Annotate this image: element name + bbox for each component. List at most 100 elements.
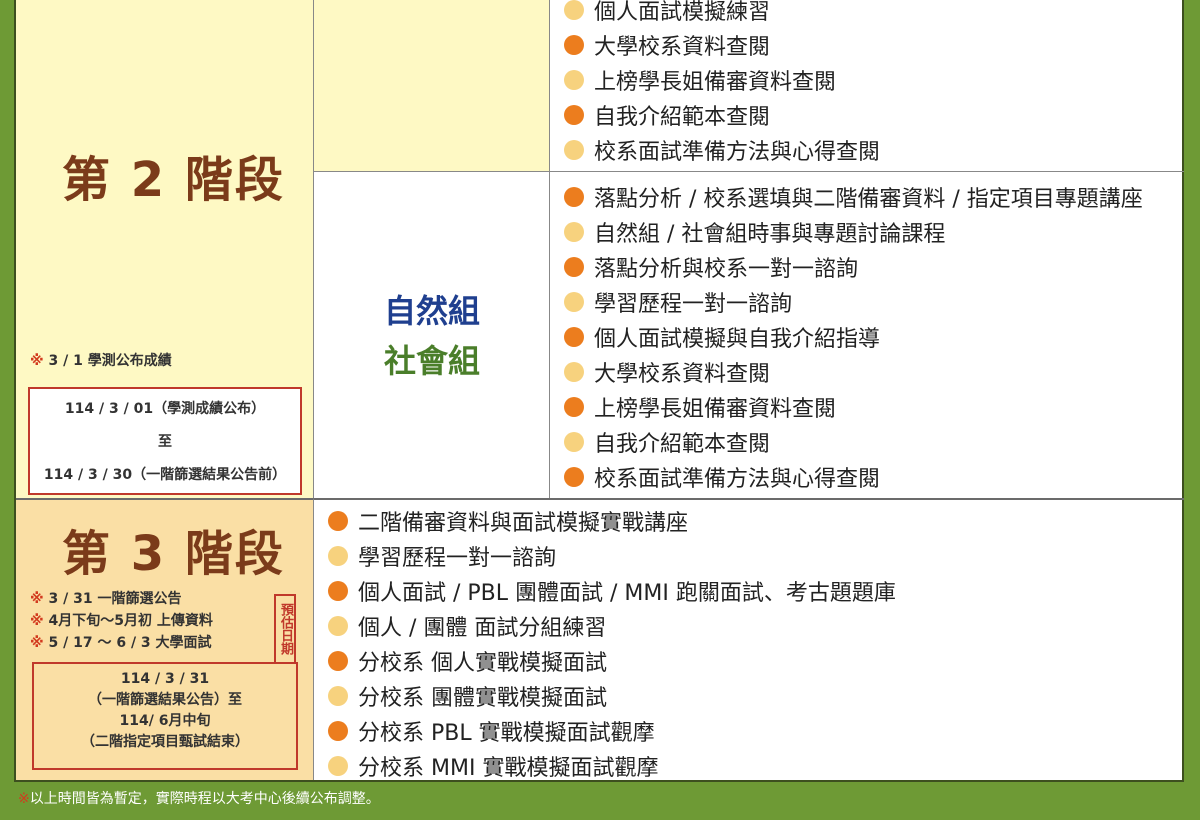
- bullet-dot-icon: [564, 361, 584, 382]
- course-item: 自我介紹範本查閱: [564, 424, 1143, 459]
- stage2-period-line3: 114 / 3 / 30（一階篩選結果公告前）: [43, 467, 287, 483]
- course-item: 上榜學長姐備審資料查閱: [564, 62, 880, 97]
- stage2-note: ※ 3 / 1 學測公布成績: [30, 350, 172, 370]
- footer-mark: ※: [18, 791, 30, 807]
- course-item-text: 自然組 / 社會組時事與專題討論課程: [594, 221, 946, 247]
- course-item-text: 學習歷程一對一諮詢: [358, 545, 557, 571]
- note-mark: ※: [30, 613, 44, 629]
- course-item-text: 分校系 PBL 實戰模擬面試觀摩: [358, 720, 655, 746]
- course-item-text: 自我介紹範本查閱: [594, 431, 771, 457]
- course-item-text: 上榜學長姐備審資料查閱: [594, 396, 837, 422]
- group-social-label: 社會組: [383, 342, 480, 380]
- course-item-text: 個人面試模擬練習: [594, 0, 771, 25]
- stage3-note: ※ 3 / 31 一階篩選公告: [30, 588, 213, 610]
- stage3-course-list: 二階備審資料與面試模擬實戰講座 學習歷程一對一諮詢個人面試 / PBL 團體面試 …: [328, 503, 896, 783]
- schedule-table: 第 2 階段 ※ 3 / 1 學測公布成績 114 / 3 / 01（學測成績公…: [14, 0, 1184, 782]
- course-item: 個人 / 團體 面試分組練習: [328, 608, 896, 643]
- stage2-group-cell: 自然組 社會組: [314, 172, 550, 498]
- course-item-text: 大學校系資料查閱: [594, 34, 771, 60]
- course-item: 二階備審資料與面試模擬實戰講座: [328, 503, 896, 538]
- bullet-dot-icon: [564, 466, 584, 487]
- course-item: 大學校系資料查閱: [564, 354, 1143, 389]
- bullet-dot-icon: [564, 186, 584, 207]
- stage2-period-line2: 至: [158, 434, 172, 450]
- bullet-dot-icon: [564, 69, 584, 90]
- stage3-period-line3: 114/ 6月中旬: [119, 713, 211, 729]
- bullet-dot-icon: [328, 720, 348, 741]
- course-item-text: 大學校系資料查閱: [594, 361, 771, 387]
- course-item: 分校系 個人實戰模擬面試: [328, 643, 896, 678]
- bullet-dot-icon: [328, 545, 348, 566]
- course-item-text: 分校系 MMI 實戰模擬面試觀摩: [358, 755, 659, 781]
- stage2-title: 第 2 階段: [62, 152, 285, 208]
- stage3-note-text: 4月下旬〜5月初 上傳資料: [43, 613, 213, 629]
- stage3-title: 第 3 階段: [62, 526, 285, 582]
- stage2-course-list-top: 個人面試模擬練習 大學校系資料查閱上榜學長姐備審資料查閱 自我介紹範本查閱校系面試準…: [564, 0, 880, 167]
- stage3-period-line4: （二階指定項目甄試結束）: [81, 734, 249, 750]
- bullet-dot-icon: [564, 139, 584, 160]
- course-item: 校系面試準備方法與心得查閱: [564, 459, 1143, 494]
- course-item: 分校系 PBL 實戰模擬面試觀摩: [328, 713, 896, 748]
- bullet-dot-icon: [328, 650, 348, 671]
- course-item: 大學校系資料查閱: [564, 27, 880, 62]
- stage3-note-text: 3 / 31 一階篩選公告: [43, 591, 182, 607]
- stage2-course-list-bottom-cell: 落點分析 / 校系選填與二階備審資料 / 指定項目專題講座 自然組 / 社會組時事…: [550, 172, 1184, 498]
- stage3-course-list-cell: 二階備審資料與面試模擬實戰講座 學習歷程一對一諮詢個人面試 / PBL 團體面試 …: [314, 498, 1184, 783]
- course-item: 個人面試模擬練習: [564, 0, 880, 27]
- stage2-note-text: 3 / 1 學測公布成績: [43, 353, 172, 369]
- course-item: 學習歷程一對一諮詢: [564, 284, 1143, 319]
- bullet-dot-icon: [564, 396, 584, 417]
- bullet-dot-icon: [328, 510, 348, 531]
- course-item: 個人面試 / PBL 團體面試 / MMI 跑關面試、考古題題庫: [328, 573, 896, 608]
- stage2-course-list-bottom: 落點分析 / 校系選填與二階備審資料 / 指定項目專題講座 自然組 / 社會組時事…: [564, 179, 1143, 494]
- course-item: 學習歷程一對一諮詢: [328, 538, 896, 573]
- stage3-period-line2: （一階篩選結果公告）至: [88, 692, 242, 708]
- course-item-text: 分校系 個人實戰模擬面試: [358, 650, 607, 676]
- stage3-note: ※ 4月下旬〜5月初 上傳資料: [30, 610, 213, 632]
- bullet-dot-icon: [328, 615, 348, 636]
- course-item: 自然組 / 社會組時事與專題討論課程: [564, 214, 1143, 249]
- course-item-text: 二階備審資料與面試模擬實戰講座: [358, 510, 689, 536]
- stage3-notes: ※ 3 / 31 一階篩選公告 ※ 4月下旬〜5月初 上傳資料 ※ 5 / 17 〜…: [30, 588, 213, 654]
- bullet-dot-icon: [328, 580, 348, 601]
- stage2-course-list-top-cell: 個人面試模擬練習 大學校系資料查閱上榜學長姐備審資料查閱 自我介紹範本查閱校系面試準…: [550, 0, 1184, 172]
- bullet-dot-icon: [564, 291, 584, 312]
- course-item-text: 學習歷程一對一諮詢: [594, 291, 793, 317]
- course-item: 分校系 團體實戰模擬面試: [328, 678, 896, 713]
- course-item: 校系面試準備方法與心得查閱: [564, 132, 880, 167]
- stage2-period-box: 114 / 3 / 01（學測成績公布） 至 114 / 3 / 30（一階篩選…: [28, 387, 302, 495]
- stage2-group-cell-top: [314, 0, 550, 172]
- course-item-text: 校系面試準備方法與心得查閱: [594, 466, 881, 492]
- stage3-period-box: 114 / 3 / 31 （一階篩選結果公告）至 114/ 6月中旬 （二階指定…: [32, 662, 298, 770]
- note-mark: ※: [30, 591, 44, 607]
- course-item-text: 落點分析 / 校系選填與二階備審資料 / 指定項目專題講座: [594, 186, 1143, 212]
- stage3-info-cell: 第 3 階段 ※ 3 / 31 一階篩選公告 ※ 4月下旬〜5月初 上傳資料 ※ 5…: [16, 498, 314, 780]
- course-item-text: 個人面試 / PBL 團體面試 / MMI 跑關面試、考古題題庫: [358, 580, 896, 606]
- bullet-dot-icon: [564, 256, 584, 277]
- stage2-period-line1: 114 / 3 / 01（學測成績公布）: [64, 401, 266, 417]
- note-mark: ※: [30, 635, 44, 651]
- bullet-dot-icon: [564, 104, 584, 125]
- footer-note: ※以上時間皆為暫定，實際時程以大考中心後續公布調整。: [18, 788, 380, 808]
- note-mark: ※: [30, 353, 44, 369]
- bullet-dot-icon: [564, 326, 584, 347]
- course-item: 落點分析與校系一對一諮詢: [564, 249, 1143, 284]
- bullet-dot-icon: [564, 221, 584, 242]
- course-item: 上榜學長姐備審資料查閱: [564, 389, 1143, 424]
- estimate-date-label: 預估日期: [274, 594, 296, 664]
- footer-text: 以上時間皆為暫定，實際時程以大考中心後續公布調整。: [29, 791, 380, 807]
- stage3-period-line1: 114 / 3 / 31: [120, 671, 210, 687]
- course-item-text: 個人面試模擬與自我介紹指導: [594, 326, 881, 352]
- group-natural-label: 自然組: [383, 292, 480, 330]
- course-item: 自我介紹範本查閱: [564, 97, 880, 132]
- course-item-text: 校系面試準備方法與心得查閱: [594, 139, 881, 165]
- course-item-text: 落點分析與校系一對一諮詢: [594, 256, 859, 282]
- course-item: 個人面試模擬與自我介紹指導: [564, 319, 1143, 354]
- bullet-dot-icon: [564, 34, 584, 55]
- course-item-text: 上榜學長姐備審資料查閱: [594, 69, 837, 95]
- course-item: 分校系 MMI 實戰模擬面試觀摩: [328, 748, 896, 783]
- course-item-text: 個人 / 團體 面試分組練習: [358, 615, 607, 641]
- bullet-dot-icon: [328, 755, 348, 776]
- stage3-note: ※ 5 / 17 〜 6 / 3 大學面試: [30, 632, 213, 654]
- stage2-info-cell: 第 2 階段 ※ 3 / 1 學測公布成績 114 / 3 / 01（學測成績公…: [16, 0, 314, 498]
